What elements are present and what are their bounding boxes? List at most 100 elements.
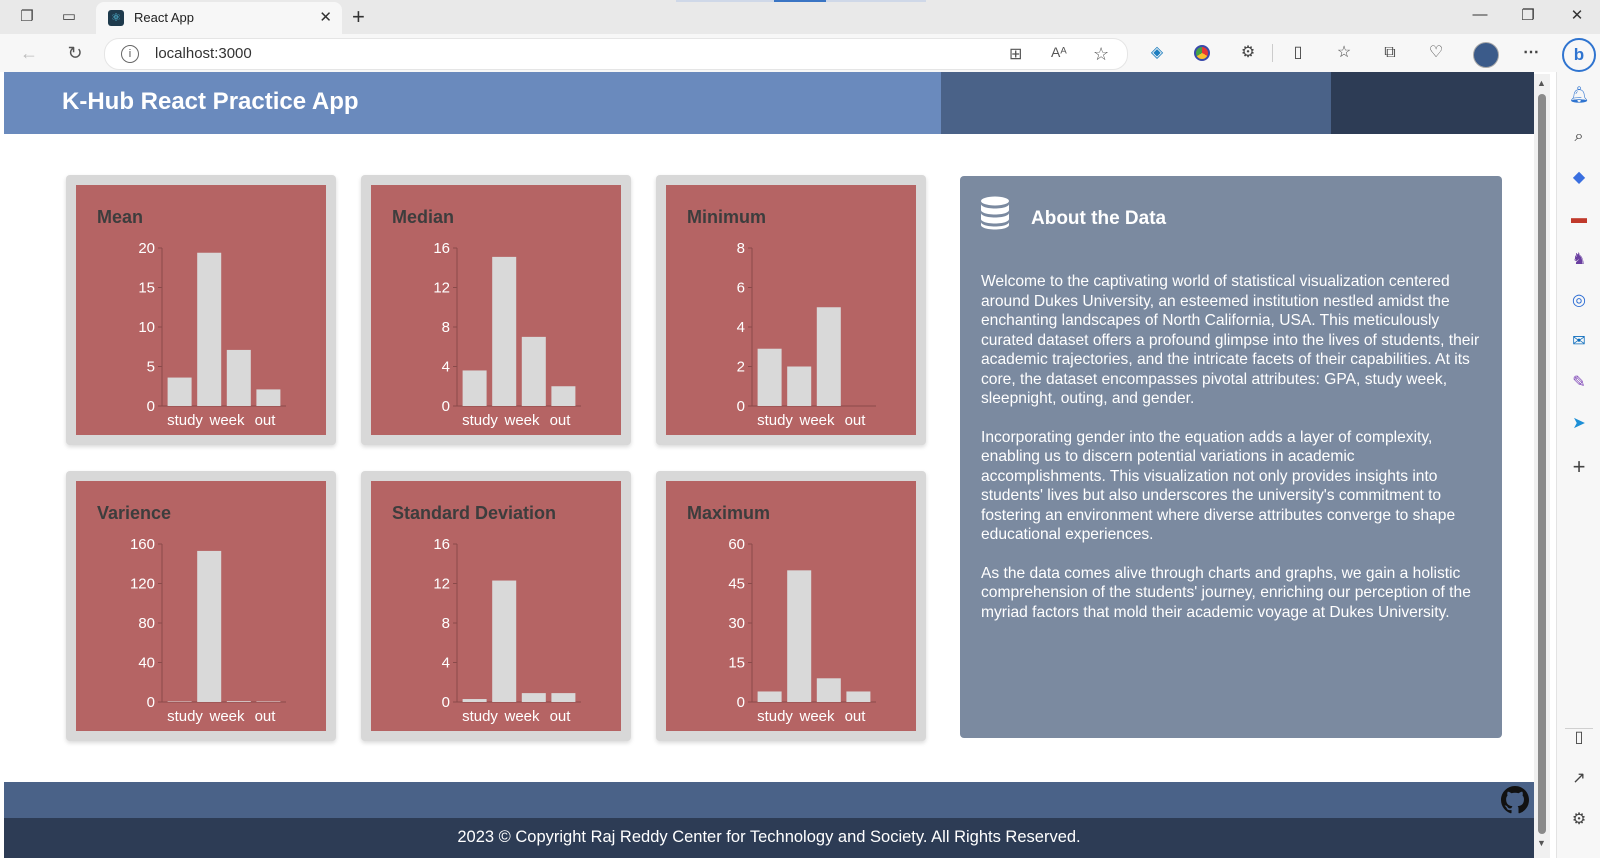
bar-out	[226, 349, 251, 406]
about-title: About the Data	[1031, 208, 1167, 229]
profile-avatar[interactable]	[1473, 42, 1499, 68]
footer-top-band	[4, 782, 1534, 818]
loading-indicator	[774, 0, 826, 2]
games-icon[interactable]: ♞	[1567, 248, 1591, 272]
maximum-bar-chart: 0 15 30 45 60 study week out	[728, 536, 876, 725]
y-tick-label: 80	[138, 615, 155, 632]
chart-panel: Standard Deviation 0 4 8 12 16 study week out	[371, 481, 621, 731]
settings-gear-icon[interactable]: ⚙	[1567, 808, 1591, 832]
bar-week	[197, 550, 222, 702]
maximum-chart-card: Maximum 0 15 30 45 60 study week out	[656, 471, 926, 741]
chart-panel: Minimum 0 2 4 6 8 study week out	[666, 185, 916, 435]
y-tick-label: 8	[442, 319, 450, 336]
favorite-star-icon[interactable]: ☆	[1093, 44, 1109, 65]
site-info-icon[interactable]: i	[121, 45, 139, 63]
url-text[interactable]: localhost:3000	[155, 45, 252, 62]
y-tick-label: 0	[147, 398, 155, 415]
bar-week	[492, 256, 517, 406]
y-tick-label: 8	[442, 615, 450, 632]
extension-color-icon[interactable]	[1191, 42, 1213, 64]
minimum-bar-chart: 0 2 4 6 8 study week out	[737, 240, 876, 429]
scroll-thumb[interactable]	[1538, 94, 1546, 834]
x-tick-label: week	[798, 708, 835, 725]
y-tick-label: 0	[442, 398, 450, 415]
y-tick-label: 60	[728, 536, 745, 553]
y-tick-label: 30	[728, 615, 745, 632]
workspaces-icon[interactable]: ❐	[17, 7, 37, 27]
x-tick-label: week	[798, 412, 835, 429]
favorites-icon[interactable]: ☆	[1333, 42, 1355, 64]
y-tick-label: 40	[138, 655, 155, 672]
variance-bar-chart: 0 40 80 120 160 study week out	[130, 536, 286, 725]
tools-briefcase-icon[interactable]: ▬	[1567, 207, 1591, 231]
telegram-send-icon[interactable]: ➤	[1567, 412, 1591, 436]
tab-title: React App	[134, 10, 194, 25]
browser-tab-bar: ❐ ▭ ⚛ React App ✕ + — ❐ ✕	[0, 0, 1600, 34]
tab-react-app[interactable]: ⚛ React App ✕	[96, 2, 342, 34]
copyright-text: 2023 © Copyright Raj Reddy Center for Te…	[457, 828, 1081, 846]
x-tick-label: week	[503, 412, 540, 429]
scroll-up-arrow-icon[interactable]: ▲	[1537, 78, 1546, 88]
add-sidebar-app-icon[interactable]: +	[1567, 455, 1591, 479]
browser-essentials-icon[interactable]: ♡	[1425, 42, 1447, 64]
bar-study	[462, 370, 487, 406]
bar-sleep	[551, 386, 576, 406]
x-tick-label: out	[845, 412, 867, 429]
bar-sleep	[256, 389, 281, 406]
x-tick-label: study	[757, 412, 793, 429]
y-tick-label: 15	[728, 655, 745, 672]
copilot-icon[interactable]: b	[1562, 38, 1596, 72]
new-tab-icon[interactable]: +	[352, 4, 365, 30]
app-available-icon[interactable]: ⊞	[1009, 44, 1022, 64]
restore-icon[interactable]: ❐	[1513, 6, 1543, 24]
x-tick-label: study	[167, 708, 203, 725]
footer-bottom-band: 2023 © Copyright Raj Reddy Center for Te…	[4, 818, 1534, 858]
bar-sleep	[846, 691, 871, 702]
search-icon[interactable]: ⌕	[1567, 125, 1591, 149]
x-tick-label: week	[208, 708, 245, 725]
scroll-down-arrow-icon[interactable]: ▼	[1537, 838, 1546, 848]
microsoft365-icon[interactable]: ◎	[1567, 289, 1591, 313]
database-icon	[981, 196, 1009, 230]
outlook-icon[interactable]: ✉	[1567, 330, 1591, 354]
bar-study	[757, 348, 782, 406]
bar-study	[757, 691, 782, 702]
split-screen-icon[interactable]: ▯	[1287, 42, 1309, 64]
bar-study	[462, 699, 487, 702]
github-icon[interactable]	[1501, 786, 1529, 814]
x-tick-label: out	[845, 708, 867, 725]
back-icon[interactable]: ←	[18, 42, 40, 64]
page-scrollbar[interactable]: ▲ ▼	[1534, 74, 1550, 858]
open-external-icon[interactable]: ↗	[1567, 767, 1591, 791]
bar-sleep	[551, 693, 576, 702]
address-bar[interactable]: i localhost:3000 ⊞ Aᴬ ☆	[104, 38, 1128, 70]
minimize-icon[interactable]: —	[1465, 6, 1495, 23]
more-menu-icon[interactable]: ⋯	[1520, 42, 1542, 64]
shopping-tag-icon[interactable]: ◆	[1567, 166, 1591, 190]
refresh-icon[interactable]: ↻	[64, 42, 86, 64]
close-tab-icon[interactable]: ✕	[319, 8, 332, 26]
bar-week	[492, 580, 517, 702]
y-tick-label: 6	[737, 280, 745, 297]
y-tick-label: 8	[737, 240, 745, 257]
y-tick-label: 5	[147, 359, 155, 376]
close-window-icon[interactable]: ✕	[1562, 6, 1592, 24]
chart-panel: Varience 0 40 80 120 160 study week out	[76, 481, 326, 731]
react-favicon-icon: ⚛	[108, 10, 124, 26]
y-tick-label: 16	[433, 536, 450, 553]
hide-sidebar-icon[interactable]: ▯	[1567, 726, 1591, 750]
bar-week	[197, 252, 222, 406]
notifications-icon[interactable]: 🔔︎	[1567, 84, 1591, 108]
mean-bar-chart: 0 5 10 15 20 study week out	[138, 240, 286, 429]
minimum-chart-card: Minimum 0 2 4 6 8 study week out	[656, 175, 926, 445]
extension-shield-icon[interactable]: ◈	[1146, 42, 1168, 64]
x-tick-label: study	[167, 412, 203, 429]
collections-icon[interactable]: ⧉	[1379, 42, 1401, 64]
designer-icon[interactable]: ✎	[1567, 371, 1591, 395]
extensions-puzzle-icon[interactable]: ⚙	[1237, 42, 1259, 64]
browser-sidebar: 🔔︎ ⌕ ◆ ▬ ♞ ◎ ✉ ✎ ➤ + ▯ ↗ ⚙	[1556, 72, 1600, 858]
about-data-panel: About the Data Welcome to the captivatin…	[960, 176, 1502, 738]
read-aloud-icon[interactable]: Aᴬ	[1051, 44, 1067, 60]
y-tick-label: 0	[737, 398, 745, 415]
tab-actions-icon[interactable]: ▭	[59, 7, 79, 27]
